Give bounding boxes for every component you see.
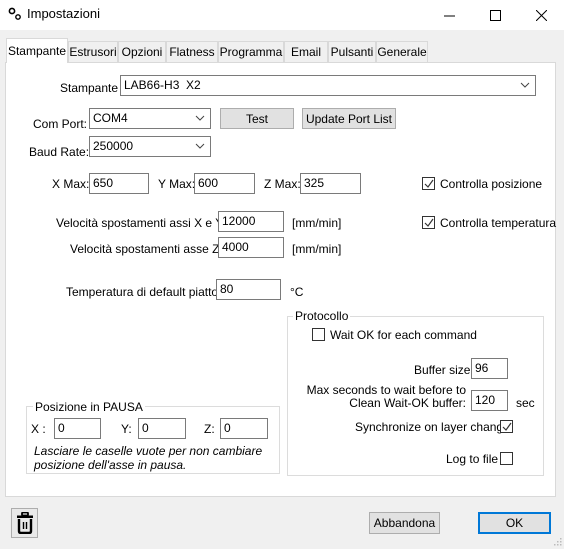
- chevron-down-icon: [195, 115, 205, 121]
- comport-value: COM4: [93, 111, 128, 125]
- controlla-temperatura-checkbox[interactable]: [422, 216, 435, 229]
- printer-label: Stampante: [60, 81, 119, 95]
- tab-pulsanti[interactable]: Pulsanti: [328, 41, 376, 62]
- speed-xy-unit: [mm/min]: [292, 216, 342, 230]
- gears-icon: [8, 7, 22, 21]
- tab-generale[interactable]: Generale: [376, 41, 428, 62]
- pause-x-input[interactable]: 0: [54, 418, 101, 439]
- buffer-size-label: Buffer size:: [414, 363, 474, 377]
- pause-z-input[interactable]: 0: [220, 418, 268, 439]
- abbandona-button[interactable]: Abbandona: [369, 512, 440, 534]
- max-wait-input[interactable]: 120: [471, 390, 508, 411]
- speed-z-input[interactable]: 4000: [218, 237, 284, 258]
- pause-x-label: X :: [31, 422, 46, 436]
- trash-icon: [16, 512, 33, 534]
- controlla-posizione-label: Controlla posizione: [440, 177, 543, 191]
- baud-value: 250000: [93, 139, 134, 153]
- log-to-file-checkbox[interactable]: [500, 452, 513, 465]
- minimize-button[interactable]: [426, 0, 472, 30]
- max-wait-label-2: Clean Wait-OK buffer:: [349, 396, 466, 410]
- protocollo-title: Protocollo: [293, 309, 351, 323]
- baud-label: Baud Rate:: [29, 145, 90, 159]
- checkmark-icon: [424, 218, 434, 227]
- test-button[interactable]: Test: [220, 108, 294, 129]
- tab-opzioni[interactable]: Opzioni: [118, 41, 166, 62]
- sync-layer-checkbox[interactable]: [500, 420, 513, 433]
- comport-label: Com Port:: [33, 117, 88, 131]
- y-max-input[interactable]: 600: [194, 173, 255, 194]
- z-max-input[interactable]: 325: [300, 173, 361, 194]
- pause-y-label: Y:: [121, 422, 132, 436]
- bed-temp-unit: °C: [290, 285, 304, 299]
- pausa-title: Posizione in PAUSA: [33, 400, 145, 414]
- x-max-label: X Max:: [52, 177, 90, 191]
- baud-select[interactable]: 250000: [89, 136, 211, 157]
- tab-email[interactable]: Email: [284, 41, 328, 62]
- printer-select[interactable]: LAB66-H3 X2: [120, 75, 536, 96]
- maximize-icon: [489, 9, 501, 21]
- bed-temp-label: Temperatura di default piatto :: [66, 285, 225, 299]
- tab-flatness[interactable]: Flatness: [166, 41, 218, 62]
- wait-ok-checkbox[interactable]: [312, 328, 325, 341]
- checkmark-icon: [424, 179, 434, 188]
- ok-button[interactable]: OK: [478, 512, 551, 534]
- y-max-label: Y Max:: [158, 177, 196, 191]
- log-to-file-label: Log to file: [446, 452, 499, 466]
- chevron-down-icon: [195, 143, 205, 149]
- bed-temp-input[interactable]: 80: [216, 279, 281, 300]
- pause-z-label: Z:: [204, 422, 215, 436]
- speed-xy-input[interactable]: 12000: [218, 211, 284, 232]
- resize-grip[interactable]: [554, 535, 562, 546]
- speed-z-unit: [mm/min]: [292, 242, 342, 256]
- pause-y-input[interactable]: 0: [138, 418, 186, 439]
- pause-hint-2: posizione dell'asse in pausa.: [34, 458, 187, 472]
- delete-button[interactable]: [11, 508, 38, 538]
- close-button[interactable]: [518, 0, 564, 30]
- printer-value: LAB66-H3 X2: [124, 78, 201, 92]
- tab-stampante[interactable]: Stampante: [6, 38, 68, 63]
- controlla-posizione-checkbox[interactable]: [422, 177, 435, 190]
- tab-estrusori[interactable]: Estrusori: [68, 41, 118, 62]
- minimize-icon: [443, 15, 455, 16]
- max-wait-label-1: Max seconds to wait before to: [306, 383, 466, 397]
- speed-xy-label: Velocità spostamenti assi X e Y :: [56, 216, 230, 230]
- update-port-list-button[interactable]: Update Port List: [302, 108, 396, 129]
- speed-z-label: Velocità spostamenti asse Z :: [70, 242, 227, 256]
- comport-select[interactable]: COM4: [89, 108, 211, 129]
- pause-hint-1: Lasciare le caselle vuote per non cambia…: [34, 444, 263, 458]
- z-max-label: Z Max:: [264, 177, 301, 191]
- controlla-temperatura-label: Controlla temperatura: [440, 216, 557, 230]
- window-title: Impostazioni: [27, 6, 100, 21]
- x-max-input[interactable]: 650: [89, 173, 149, 194]
- buffer-size-input[interactable]: 96: [471, 358, 508, 379]
- maximize-button[interactable]: [472, 0, 518, 30]
- chevron-down-icon: [520, 82, 530, 88]
- max-wait-unit: sec: [516, 396, 535, 410]
- checkmark-icon: [502, 422, 512, 431]
- sync-layer-label: Synchronize on layer change: [355, 420, 510, 434]
- close-icon: [535, 9, 547, 21]
- wait-ok-label: Wait OK for each command: [330, 328, 477, 342]
- tab-programma[interactable]: Programma: [218, 41, 284, 62]
